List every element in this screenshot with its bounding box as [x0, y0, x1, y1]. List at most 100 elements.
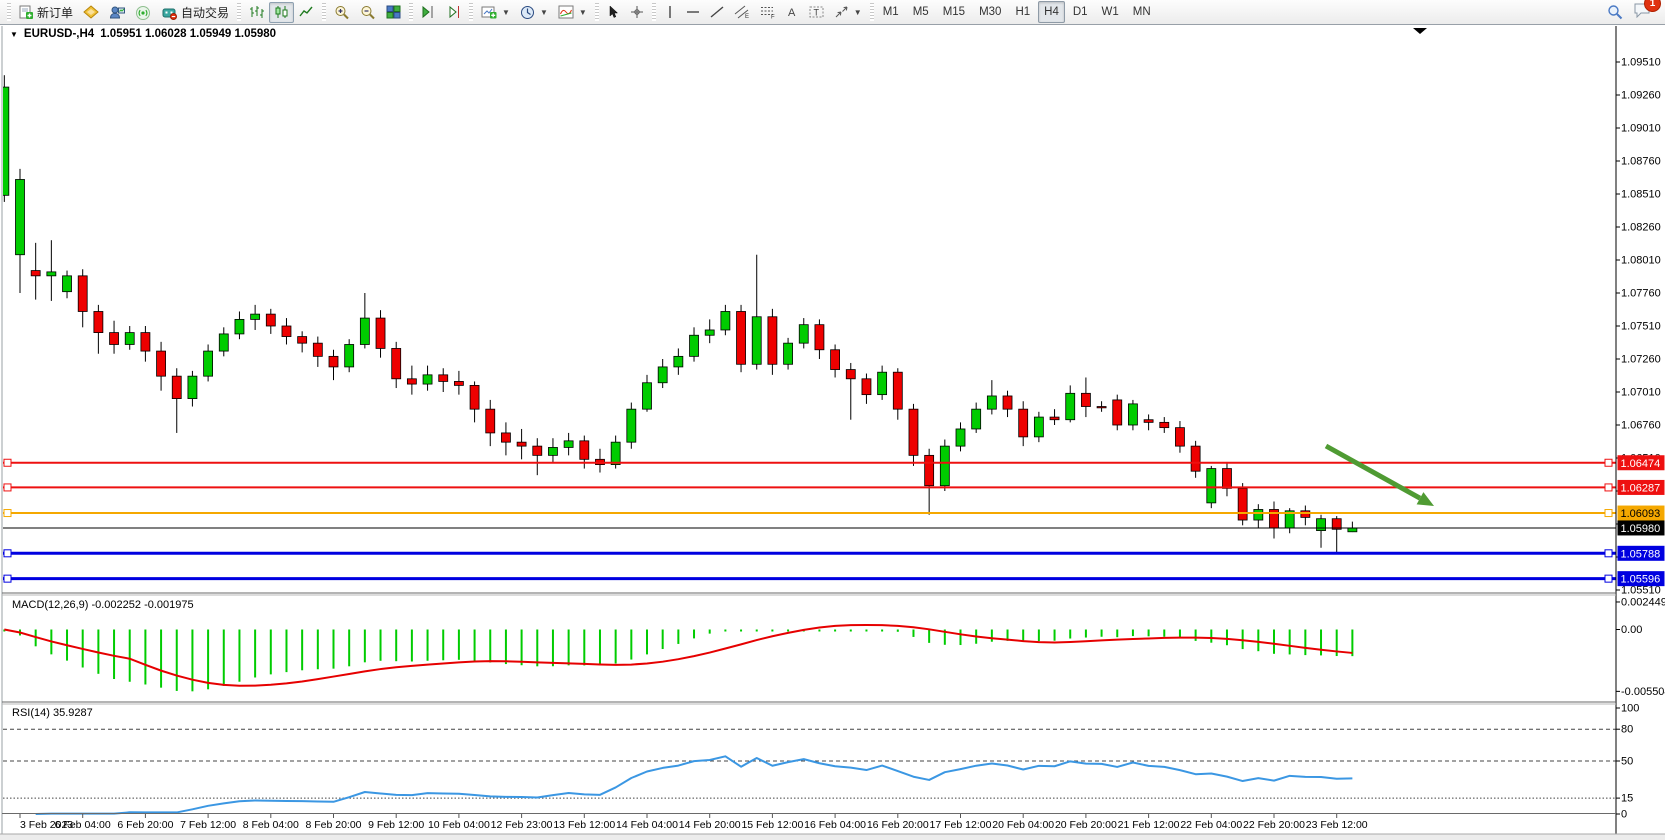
price-tick-label: 1.08260 — [1621, 222, 1661, 234]
timeframe-group: M1M5M15M30H1H4D1W1MN — [877, 1, 1157, 23]
date-label: 8 Feb 04:00 — [243, 819, 299, 831]
candle-body — [251, 314, 260, 319]
macd-label: MACD(12,26,9) -0.002252 -0.001975 — [12, 599, 194, 611]
candlestick-chart-icon — [274, 5, 289, 19]
candle-body — [611, 442, 620, 464]
price-chart[interactable]: 1.095101.092601.090101.087601.085101.082… — [0, 26, 1665, 840]
candle-body — [674, 356, 683, 367]
rsi-scale-label: 80 — [1621, 724, 1633, 736]
candle-body — [204, 351, 213, 376]
auto-scroll-icon — [421, 5, 436, 19]
timeframe-m15[interactable]: M15 — [937, 1, 971, 23]
toolbar-grip[interactable] — [409, 3, 413, 21]
cursor-icon — [607, 5, 620, 19]
toolbar-grip[interactable] — [652, 3, 656, 21]
symbol-dropdown-icon[interactable]: ▼ — [10, 30, 18, 39]
tile-windows-button[interactable] — [381, 2, 406, 23]
line-handle[interactable] — [4, 510, 11, 517]
timeframe-m1[interactable]: M1 — [877, 1, 905, 23]
timeframe-h4[interactable]: H4 — [1038, 1, 1065, 23]
line-handle[interactable] — [4, 550, 11, 557]
candle-body — [110, 333, 119, 345]
metaeditor-button[interactable] — [78, 2, 104, 23]
new-chart-button[interactable]: ▼ — [476, 2, 515, 23]
text-button[interactable]: A — [781, 2, 804, 23]
toolbar-grip[interactable] — [7, 3, 11, 21]
candle-body — [63, 276, 72, 292]
line-handle[interactable] — [4, 459, 11, 466]
toolbar-grip[interactable] — [595, 3, 599, 21]
fibonacci-button[interactable]: F — [755, 2, 781, 23]
timeframe-m30[interactable]: M30 — [973, 1, 1007, 23]
candle-body — [219, 334, 228, 351]
chart-shift-button[interactable] — [441, 2, 466, 23]
candle-body — [1238, 488, 1247, 520]
candle-body — [548, 447, 557, 455]
bar-chart-button[interactable] — [244, 2, 269, 23]
candle-body — [47, 272, 56, 276]
crosshair-button[interactable] — [625, 2, 649, 23]
chart-plot-area[interactable] — [3, 42, 1616, 593]
horizontal-line-button[interactable] — [681, 2, 705, 23]
vertical-line-button[interactable] — [659, 2, 681, 23]
trendline-button[interactable] — [705, 2, 729, 23]
candlestick-chart-button[interactable] — [269, 2, 294, 23]
arrows-button[interactable]: ▼ — [829, 2, 867, 23]
line-handle[interactable] — [1605, 459, 1612, 466]
candle-body — [1113, 400, 1122, 425]
line-handle[interactable] — [1605, 510, 1612, 517]
vertical-line-icon — [664, 5, 676, 19]
candle-body — [564, 441, 573, 448]
rsi-scale-label: 0 — [1621, 809, 1627, 821]
line-handle[interactable] — [4, 484, 11, 491]
equidistant-channel-button[interactable]: E — [729, 2, 755, 23]
candle-body — [627, 409, 636, 442]
text-label-button[interactable]: T — [804, 2, 829, 23]
candle-body — [784, 343, 793, 364]
zoom-out-button[interactable] — [355, 2, 381, 23]
toolbar-grip[interactable] — [469, 3, 473, 21]
candle-body — [799, 325, 808, 343]
toolbar-grip[interactable] — [237, 3, 241, 21]
date-label: 10 Feb 04:00 — [428, 819, 490, 831]
line-handle[interactable] — [1605, 484, 1612, 491]
candle-body — [376, 318, 385, 348]
rsi-scale-label: 15 — [1621, 793, 1633, 805]
timeframe-w1[interactable]: W1 — [1096, 1, 1125, 23]
market-watch-button[interactable] — [104, 2, 130, 23]
candle-body — [1097, 407, 1106, 408]
timeframe-mn[interactable]: MN — [1127, 1, 1157, 23]
search-icon[interactable] — [1607, 4, 1623, 20]
signals-button[interactable] — [130, 2, 156, 23]
line-chart-button[interactable] — [294, 2, 319, 23]
auto-scroll-button[interactable] — [416, 2, 441, 23]
line-handle[interactable] — [1605, 575, 1612, 582]
notifications-button[interactable]: 1 — [1633, 2, 1651, 23]
candle-body — [16, 179, 25, 254]
candle-body — [172, 376, 181, 398]
price-tick-label: 1.09510 — [1621, 57, 1661, 69]
line-handle[interactable] — [4, 575, 11, 582]
timeframe-h1[interactable]: H1 — [1009, 1, 1036, 23]
new-order-button[interactable]: 新订单 — [14, 2, 78, 23]
candle-body — [1050, 417, 1059, 420]
autotrade-button[interactable]: 自动交易 — [156, 2, 234, 23]
cursor-button[interactable] — [602, 2, 625, 23]
indicators-button[interactable]: ▼ — [553, 2, 592, 23]
price-tick-label: 1.07510 — [1621, 321, 1661, 333]
chart-header: ▼ EURUSD-,H4 1.05951 1.06028 1.05949 1.0… — [10, 27, 276, 41]
line-handle[interactable] — [1605, 550, 1612, 557]
candle-body — [439, 375, 448, 382]
date-label: 22 Feb 04:00 — [1180, 819, 1242, 831]
periods-clock-icon — [520, 5, 535, 20]
rsi-scale-label: 50 — [1621, 756, 1633, 768]
periods-button[interactable]: ▼ — [515, 2, 553, 23]
candle-body — [470, 385, 479, 409]
zoom-in-button[interactable] — [329, 2, 355, 23]
toolbar-grip[interactable] — [870, 3, 874, 21]
toolbar-grip[interactable] — [322, 3, 326, 21]
timeframe-d1[interactable]: D1 — [1067, 1, 1094, 23]
candle-body — [313, 343, 322, 356]
timeframe-m5[interactable]: M5 — [907, 1, 935, 23]
date-label: 9 Feb 12:00 — [368, 819, 424, 831]
